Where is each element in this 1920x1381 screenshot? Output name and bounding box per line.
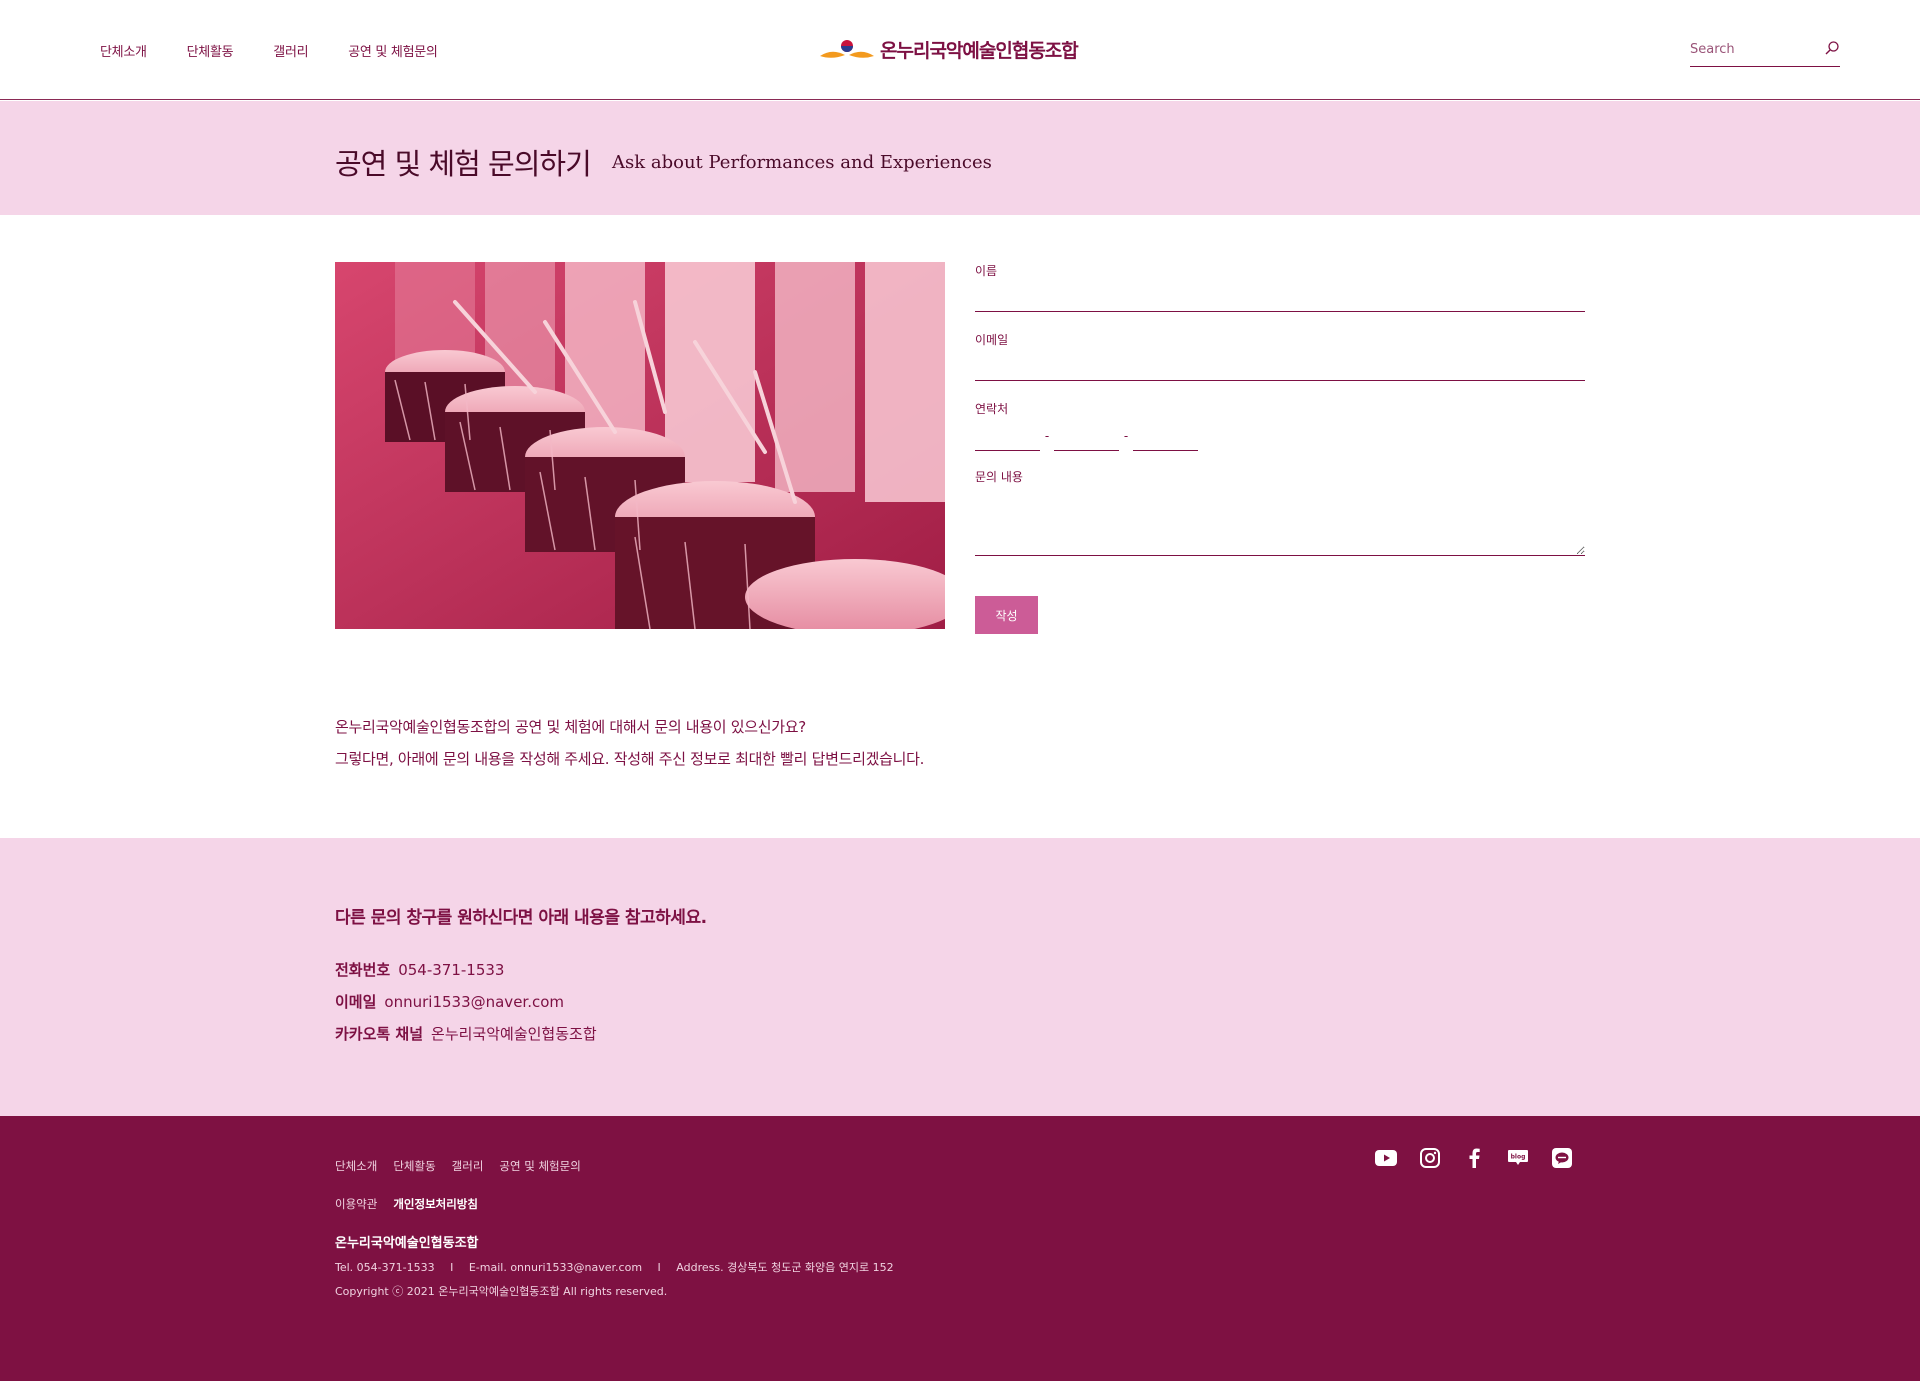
footer-tel: Tel. 054-371-1533 — [335, 1261, 435, 1274]
phone-field-group: - - — [975, 429, 1585, 451]
message-label: 문의 내용 — [975, 470, 1023, 484]
nav-item-inquiry[interactable]: 공연 및 체험문의 — [348, 41, 438, 60]
contact-kakao-row: 카카오톡 채널 온누리국악예술인협동조합 — [335, 1023, 597, 1044]
contact-heading: 다른 문의 창구를 원하신다면 아래 내용을 참고하세요. — [335, 908, 707, 928]
contact-email-label: 이메일 — [335, 993, 377, 1011]
nav-item-activities[interactable]: 단체활동 — [187, 41, 234, 60]
inquiry-intro-text: 온누리국악예술인협동조합의 공연 및 체험에 대해서 문의 내용이 있으신가요?… — [335, 711, 924, 775]
footer-nav: 단체소개 단체활동 갤러리 공연 및 체험문의 — [335, 1158, 597, 1174]
phone-dash: - — [1123, 429, 1129, 443]
footer-separator: I — [450, 1261, 454, 1274]
page-subtitle: Ask about Performances and Experiences — [612, 152, 992, 173]
contact-email-row: 이메일 onnuri1533@naver.com — [335, 991, 564, 1012]
footer-contact-info: Tel. 054-371-1533 I E-mail. onnuri1533@n… — [335, 1259, 894, 1275]
contact-phone-value: 054-371-1533 — [398, 961, 505, 979]
kakao-talk-icon[interactable] — [1550, 1146, 1574, 1170]
submit-button[interactable]: 작성 — [975, 596, 1038, 634]
blog-icon[interactable]: blog — [1506, 1146, 1530, 1170]
page-title: 공연 및 체험 문의하기 — [335, 147, 592, 181]
drum-performance-illustration — [335, 262, 945, 629]
footer-link-terms[interactable]: 이용약관 — [335, 1196, 377, 1212]
contact-phone-label: 전화번호 — [335, 961, 391, 979]
search-input[interactable] — [1690, 38, 1815, 61]
footer-separator: I — [657, 1261, 661, 1274]
footer-link-activities[interactable]: 단체활동 — [393, 1158, 435, 1174]
email-label: 이메일 — [975, 333, 1009, 347]
logo-emblem-icon — [820, 39, 874, 58]
footer-link-inquiry[interactable]: 공연 및 체험문의 — [499, 1158, 580, 1174]
contact-phone-row: 전화번호 054-371-1533 — [335, 959, 504, 980]
footer-copyright: Copyright ⓒ 2021 온누리국악예술인협동조합 All rights… — [335, 1285, 668, 1298]
footer-email: E-mail. onnuri1533@naver.com — [468, 1261, 643, 1274]
intro-line-1: 온누리국악예술인협동조합의 공연 및 체험에 대해서 문의 내용이 있으신가요? — [335, 718, 806, 736]
contact-kakao-label: 카카오톡 채널 — [335, 1025, 424, 1043]
youtube-icon[interactable] — [1374, 1146, 1398, 1170]
instagram-icon[interactable] — [1418, 1146, 1442, 1170]
phone-label: 연락처 — [975, 402, 1009, 416]
name-label: 이름 — [975, 264, 998, 278]
nav-item-gallery[interactable]: 갤러리 — [273, 41, 308, 60]
page-title-band: 공연 및 체험 문의하기 Ask about Performances and … — [0, 101, 1920, 215]
phone-dash: - — [1044, 429, 1050, 443]
phone-field-3[interactable] — [1133, 431, 1198, 451]
nav-item-about[interactable]: 단체소개 — [100, 41, 147, 60]
main-nav: 단체소개 단체활동 갤러리 공연 및 체험문의 — [100, 41, 478, 60]
phone-field-1[interactable] — [975, 431, 1040, 451]
footer-policy-links: 이용약관 개인정보처리방침 — [335, 1196, 494, 1212]
contact-email-value: onnuri1533@naver.com — [384, 993, 565, 1011]
facebook-icon[interactable] — [1462, 1146, 1486, 1170]
inquiry-form: 이름 이메일 연락처 - - 문의 내용 작성 — [975, 262, 1585, 634]
social-links: blog — [1374, 1146, 1574, 1170]
email-field[interactable] — [975, 351, 1585, 381]
footer-link-about[interactable]: 단체소개 — [335, 1158, 377, 1174]
logo-text: 온누리국악예술인협동조합 — [880, 40, 1079, 62]
svg-text:blog: blog — [1511, 1154, 1526, 1161]
search-icon[interactable] — [1824, 40, 1840, 56]
phone-field-2[interactable] — [1054, 431, 1119, 451]
contact-kakao-value: 온누리국악예술인협동조합 — [431, 1025, 597, 1043]
hero-image-drummers — [335, 262, 945, 629]
search-box — [1690, 38, 1840, 67]
message-textarea[interactable] — [975, 491, 1585, 556]
site-footer: 단체소개 단체활동 갤러리 공연 및 체험문의 이용약관 개인정보처리방침 온누… — [0, 1116, 1920, 1381]
site-header: 단체소개 단체활동 갤러리 공연 및 체험문의 온누리국악예술인협동조합 — [0, 0, 1920, 100]
footer-link-privacy[interactable]: 개인정보처리방침 — [393, 1196, 478, 1212]
intro-line-2: 그렇다면, 아래에 문의 내용을 작성해 주세요. 작성해 주신 정보로 최대한… — [335, 750, 925, 768]
site-logo[interactable]: 온누리국악예술인협동조합 — [818, 36, 1079, 63]
name-field[interactable] — [975, 282, 1585, 312]
alternate-contact-section: 다른 문의 창구를 원하신다면 아래 내용을 참고하세요. 전화번호 054-37… — [0, 838, 1920, 1116]
footer-org-name: 온누리국악예술인협동조합 — [335, 1236, 479, 1251]
footer-link-gallery[interactable]: 갤러리 — [452, 1158, 484, 1174]
footer-address: Address. 경상북도 청도군 화양읍 연지로 152 — [676, 1261, 894, 1274]
